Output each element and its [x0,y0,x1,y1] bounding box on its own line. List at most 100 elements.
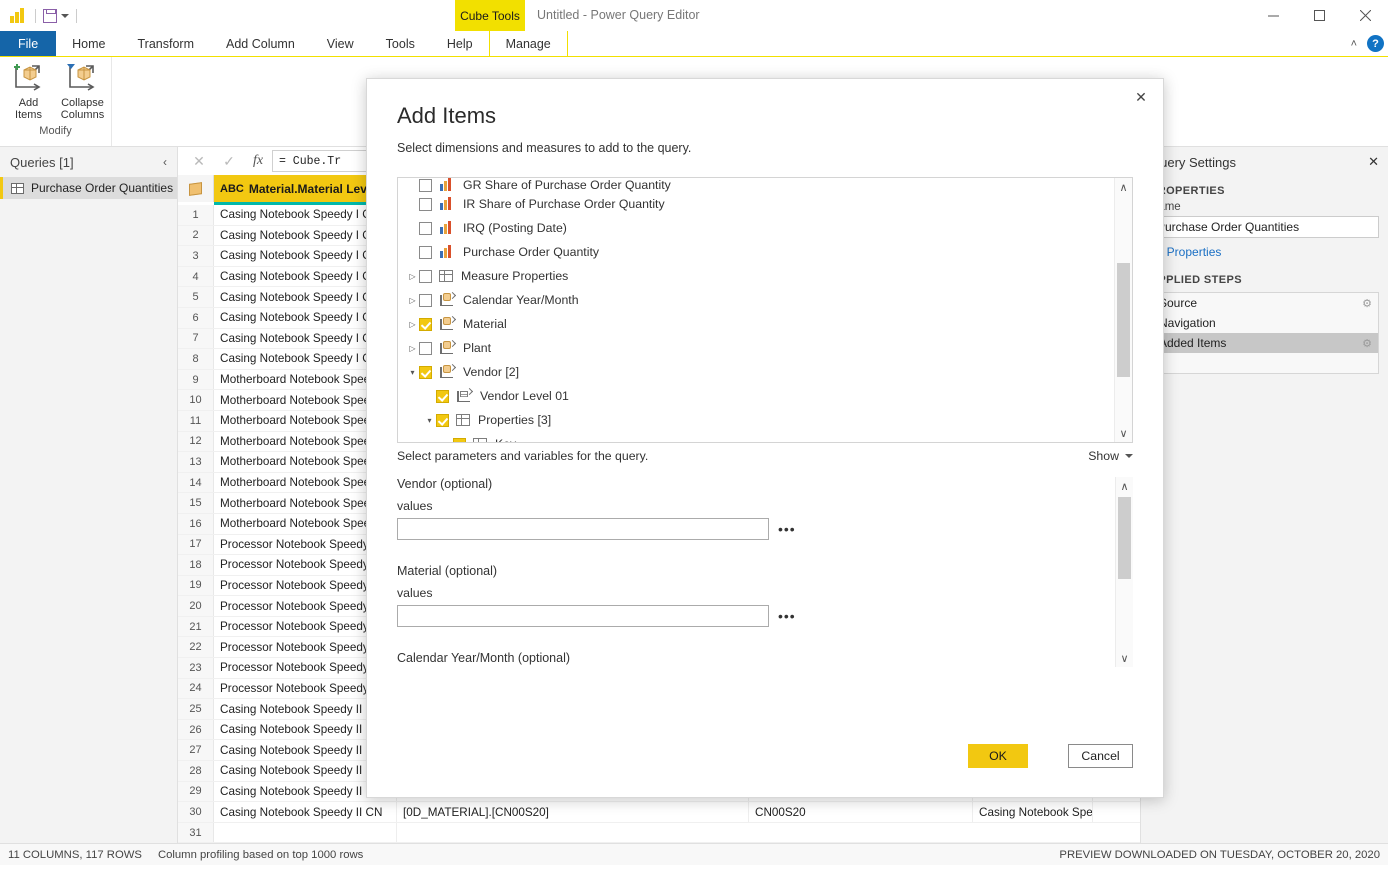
tree-item-checkbox[interactable] [419,342,432,355]
measure-icon [439,178,455,192]
close-button[interactable] [1342,0,1388,31]
tree-item-label: Vendor [2] [463,365,519,379]
tree-item-checkbox[interactable] [419,198,432,211]
tab-transform[interactable]: Transform [122,31,211,56]
chevron-down-icon[interactable] [61,14,69,18]
maximize-button[interactable] [1296,0,1342,31]
tree-scroll-up-icon[interactable]: ∧ [1115,178,1132,196]
tree-scroll-thumb[interactable] [1117,263,1130,377]
tab-add-column[interactable]: Add Column [210,31,311,56]
step-source[interactable]: Source ⚙ [1151,293,1378,313]
queries-header: Queries [1] ‹ [0,147,177,177]
collapse-icon[interactable]: ▾ [423,416,436,425]
show-dropdown[interactable]: Show [1088,449,1133,463]
collapse-icon[interactable]: ▾ [406,368,419,377]
measure-icon [439,221,455,235]
fx-icon[interactable]: fx [244,150,272,172]
tree-item-label: Key [495,437,516,442]
tree-item[interactable]: IR Share of Purchase Order Quantity [398,192,1114,216]
expand-icon[interactable]: ▷ [406,320,419,329]
tab-help-label: Help [447,37,473,51]
collapse-ribbon-icon[interactable]: ˄ [1351,38,1357,50]
row-number: 29 [178,782,214,802]
tree-item[interactable]: ▾Properties [3] [398,408,1114,432]
title-bar: Cube Tools Untitled - Power Query Editor [0,0,1388,31]
tab-manage[interactable]: Manage [489,31,568,56]
dialog-close-icon[interactable]: ✕ [1127,85,1155,109]
tree-item-checkbox[interactable] [419,318,432,331]
save-icon[interactable] [43,9,57,23]
expand-icon[interactable]: ▷ [406,272,419,281]
gear-icon[interactable]: ⚙ [1362,337,1372,350]
tab-view[interactable]: View [311,31,370,56]
query-name-input[interactable]: Purchase Order Quantities [1150,216,1379,238]
collapse-queries-icon[interactable]: ‹ [163,155,167,169]
status-profiling: Column profiling based on top 1000 rows [158,849,363,861]
tree-item-checkbox[interactable] [419,246,432,259]
ok-button[interactable]: OK [968,744,1028,768]
tree-item[interactable]: ▷Calendar Year/Month [398,288,1114,312]
measure-icon [439,197,455,211]
cancel-button[interactable]: Cancel [1068,744,1133,768]
tree-item[interactable]: ▷Plant [398,336,1114,360]
params-scroll-down-icon[interactable]: ∨ [1116,649,1133,667]
tree-item[interactable]: Vendor Level 01 [398,384,1114,408]
tab-tools[interactable]: Tools [370,31,431,56]
all-properties-link[interactable]: All Properties [1141,238,1388,266]
expand-icon[interactable]: ▷ [406,344,419,353]
step-added-items[interactable]: Added Items ⚙ [1151,333,1378,353]
collapse-columns-button[interactable]: CollapseColumns [58,63,108,121]
formula-accept-icon[interactable]: ✓ [214,150,244,172]
query-item-purchase-order-quantities[interactable]: Purchase Order Quantities [0,177,177,199]
tree-item[interactable]: ▾ Vendor [2] [398,360,1114,384]
table-row[interactable]: 30Casing Notebook Speedy II CN[0D_MATERI… [178,802,1140,823]
items-tree-container: GR Share of Purchase Order Quantity IR S… [397,177,1133,443]
add-items-button[interactable]: AddItems [4,63,54,121]
parameter-input[interactable] [397,605,769,627]
tree-item[interactable]: ▷Measure Properties [398,264,1114,288]
tree-item[interactable]: IRQ (Posting Date) [398,216,1114,240]
tab-tools-label: Tools [386,37,415,51]
tree-item[interactable]: GR Share of Purchase Order Quantity [398,178,1114,192]
parameter-more-button[interactable]: ••• [778,521,796,537]
row-number: 18 [178,555,214,575]
tab-help[interactable]: Help [431,31,489,56]
row-number: 20 [178,596,214,616]
tree-item-checkbox[interactable] [419,222,432,235]
tree-scroll-down-icon[interactable]: ∨ [1115,424,1132,442]
close-query-settings-icon[interactable]: ✕ [1368,154,1379,170]
minimize-button[interactable] [1250,0,1296,31]
expand-icon[interactable]: ▷ [406,296,419,305]
parameters-vertical-scrollbar[interactable]: ∧ ∨ [1115,477,1133,667]
tree-item[interactable]: Key [398,432,1114,442]
params-scroll-up-icon[interactable]: ∧ [1116,477,1133,495]
tree-vertical-scrollbar[interactable]: ∧ ∨ [1114,178,1132,442]
step-navigation[interactable]: Navigation [1151,313,1378,333]
parameter-input-row: ••• [397,605,1115,627]
dialog-subtitle: Select dimensions and measures to add to… [367,129,1163,155]
help-icon[interactable]: ? [1367,35,1384,52]
row-number: 31 [178,823,214,843]
tree-item[interactable]: Purchase Order Quantity [398,240,1114,264]
tree-item-checkbox[interactable] [419,179,432,192]
params-scroll-thumb[interactable] [1118,497,1131,579]
formula-cancel-icon[interactable]: ✕ [184,150,214,172]
tab-file[interactable]: File [0,31,56,56]
tree-item-checkbox[interactable] [436,390,449,403]
row-number: 22 [178,637,214,657]
gear-icon[interactable]: ⚙ [1362,297,1372,310]
tree-item-checkbox[interactable] [419,366,432,379]
tree-item-checkbox[interactable] [419,294,432,307]
parameter-input[interactable] [397,518,769,540]
queries-pane: Queries [1] ‹ Purchase Order Quantities [0,147,178,843]
tree-item-checkbox[interactable] [419,270,432,283]
parameter-more-button[interactable]: ••• [778,608,796,624]
tree-item-checkbox[interactable] [453,438,466,443]
tree-item-label: Vendor Level 01 [480,389,569,403]
tree-item[interactable]: ▷Material [398,312,1114,336]
tree-item-checkbox[interactable] [436,414,449,427]
row-number: 24 [178,679,214,699]
power-bi-logo-icon [10,8,28,23]
table-row[interactable]: 31 [178,823,1140,843]
tab-home[interactable]: Home [56,31,121,56]
